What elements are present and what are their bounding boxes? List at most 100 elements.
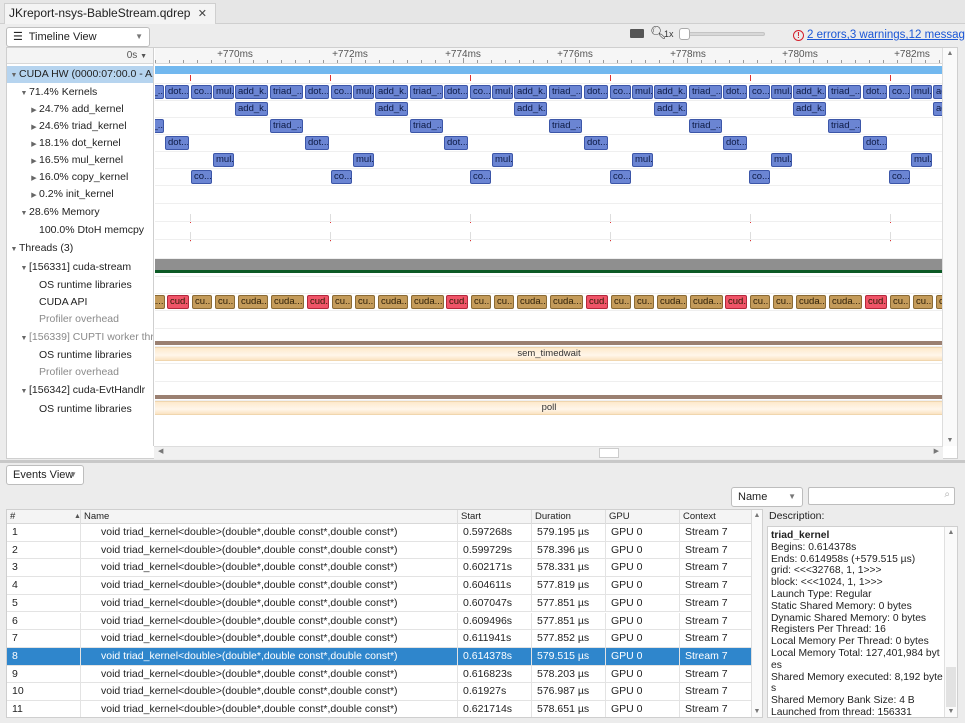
timeline-tree-row[interactable]: ▶ 16.0% copy_kernel	[7, 169, 153, 186]
kernel-block-copy[interactable]: co...	[889, 170, 910, 184]
timeline-vertical-scrollbar[interactable]: ▲ ▼	[942, 48, 957, 446]
events-table-row[interactable]: 6 void triad_kernel<double>(double*,doubl…	[7, 612, 752, 631]
column-header-context[interactable]: Context	[680, 510, 752, 524]
timeline-tree-row[interactable]: ▼ Threads (3)	[7, 240, 153, 257]
panel-splitter[interactable]	[0, 460, 965, 463]
cuda-api-call[interactable]: cuda...	[238, 295, 268, 309]
cuda-api-call[interactable]: cuda...	[550, 295, 583, 309]
diagnostics-link[interactable]: ! 2 errors,3 warnings,12 messages	[793, 29, 965, 41]
timeline-tree-row[interactable]: OS runtime libraries	[7, 401, 153, 418]
description-scroll-thumb[interactable]	[946, 667, 956, 707]
kernel-block-triad[interactable]: triad_...	[828, 119, 861, 133]
cuda-api-call[interactable]: cuda...	[155, 295, 165, 309]
kernel-block[interactable]: dot...	[584, 85, 608, 99]
cuda-api-call[interactable]: cuda...	[829, 295, 862, 309]
kernel-block-dot[interactable]: dot...	[584, 136, 608, 150]
os-runtime-poll[interactable]: poll	[155, 401, 943, 415]
kernel-block[interactable]: co...	[889, 85, 910, 99]
timeline-tree-row[interactable]: OS runtime libraries	[7, 347, 153, 364]
cuda-api-call[interactable]: cuda...	[657, 295, 687, 309]
kernel-block-dot[interactable]: dot...	[444, 136, 468, 150]
cuda-api-call[interactable]: cu...	[773, 295, 793, 309]
cuda-api-call-sync[interactable]: cud...	[725, 295, 747, 309]
kernel-block-mul[interactable]: mul...	[911, 153, 932, 167]
cuda-api-call-sync[interactable]: cud...	[446, 295, 468, 309]
time-ruler[interactable]: +770ms +772ms +774ms +776ms +778ms +780ms +782…	[155, 48, 943, 64]
kernel-block[interactable]: co...	[749, 85, 770, 99]
os-runtime-sem-timedwait[interactable]: sem_timedwait	[155, 347, 943, 361]
kernel-block[interactable]: triad_...	[410, 85, 443, 99]
kernel-block[interactable]: dot...	[444, 85, 468, 99]
zoom-slider-handle[interactable]	[679, 28, 690, 40]
kernel-block[interactable]: triad_...	[270, 85, 303, 99]
kernel-block-dot[interactable]: dot...	[863, 136, 887, 150]
timeline-tree-row[interactable]: ▶ 24.6% triad_kernel	[7, 118, 153, 135]
expand-arrow-icon[interactable]: ▼	[9, 67, 19, 83]
cuda-api-call[interactable]: cuda...	[796, 295, 826, 309]
memcpy-marker[interactable]	[890, 75, 891, 81]
timeline-tree-row[interactable]: ▶ 16.5% mul_kernel	[7, 152, 153, 169]
kernel-block[interactable]: co...	[610, 85, 631, 99]
collapse-arrow-icon[interactable]: ▶	[29, 153, 39, 169]
thread-state-bar[interactable]	[155, 395, 943, 399]
timeline-tree-row[interactable]: ▶ 18.1% dot_kernel	[7, 135, 153, 152]
collapse-arrow-icon[interactable]: ▶	[29, 119, 39, 135]
scroll-down-icon[interactable]: ▼	[943, 437, 957, 444]
kernel-block-dot[interactable]: dot...	[723, 136, 747, 150]
events-view-selector[interactable]: Events View ▼	[6, 465, 84, 485]
scroll-up-icon[interactable]: ▲	[943, 50, 957, 57]
collapse-arrow-icon[interactable]: ▶	[29, 102, 39, 118]
cuda-api-call[interactable]: cu...	[332, 295, 352, 309]
expand-arrow-icon[interactable]: ▼	[19, 260, 29, 276]
kernel-block-triad[interactable]: triad_...	[410, 119, 443, 133]
events-table-row[interactable]: 8 void triad_kernel<double>(double*,doubl…	[7, 647, 752, 666]
kernel-block-add[interactable]: add_k...	[235, 102, 268, 116]
events-table-row[interactable]: 4 void triad_kernel<double>(double*,doubl…	[7, 577, 752, 595]
cuda-api-call[interactable]: cuda...	[271, 295, 304, 309]
column-header-name[interactable]: Name	[81, 510, 458, 524]
kernel-block-copy[interactable]: co...	[331, 170, 352, 184]
kernel-block[interactable]: mul...	[492, 85, 513, 99]
kernel-block[interactable]: mul...	[911, 85, 932, 99]
kernel-block-dot[interactable]: dot...	[305, 136, 329, 150]
kernel-block-copy[interactable]: co...	[470, 170, 491, 184]
close-tab-icon[interactable]: ✕	[198, 8, 207, 20]
kernel-block-mul[interactable]: mul...	[492, 153, 513, 167]
timeline-tree-row[interactable]: ▼ [156331] cuda-stream	[7, 259, 153, 276]
kernel-block-dot[interactable]: dot...	[165, 136, 189, 150]
kernel-block-add[interactable]: add_k...	[654, 102, 687, 116]
expand-arrow-icon[interactable]: ▼	[19, 85, 29, 101]
expand-arrow-icon[interactable]: ▼	[19, 383, 29, 399]
document-tab[interactable]: JKreport-nsys-BableStream.qdrep ✕	[4, 3, 216, 24]
cuda-hw-activity-bar[interactable]	[155, 66, 943, 74]
kernel-block[interactable]: add_k...	[654, 85, 687, 99]
kernel-block[interactable]: mul...	[213, 85, 234, 99]
kernel-block[interactable]: co...	[470, 85, 491, 99]
events-table-row[interactable]: 7 void triad_kernel<double>(double*,doubl…	[7, 630, 752, 648]
events-table-row[interactable]: 5 void triad_kernel<double>(double*,doubl…	[7, 594, 752, 613]
cuda-api-call[interactable]: cu...	[471, 295, 491, 309]
column-header-number[interactable]: # ▲	[7, 510, 81, 524]
cuda-api-call[interactable]: cu...	[355, 295, 375, 309]
kernel-block-triad[interactable]: triad_...	[549, 119, 582, 133]
kernel-block-triad[interactable]: triad_...	[155, 119, 164, 133]
kernel-block[interactable]: add_k...	[235, 85, 268, 99]
scroll-right-icon[interactable]: ▶	[934, 447, 939, 455]
kernel-block-mul[interactable]: mul...	[353, 153, 374, 167]
timeline-tree-row[interactable]: ▼[156339] CUPTI worker thread	[7, 329, 153, 346]
kernel-block-mul[interactable]: mul...	[632, 153, 653, 167]
kernel-block-mul[interactable]: mul...	[771, 153, 792, 167]
cuda-api-call[interactable]: cu...	[890, 295, 910, 309]
kernel-block[interactable]: dot...	[165, 85, 189, 99]
cuda-api-call[interactable]: cu...	[634, 295, 654, 309]
cuda-api-call[interactable]: cuda...	[411, 295, 444, 309]
events-table-row[interactable]: 10 void triad_kernel<double>(double*,doub…	[7, 683, 752, 701]
collapse-arrow-icon[interactable]: ▶	[29, 187, 39, 203]
kernel-block[interactable]: co...	[191, 85, 212, 99]
cuda-api-call[interactable]: cuda...	[378, 295, 408, 309]
thread-state-bar[interactable]	[155, 341, 943, 345]
cuda-api-call[interactable]: cu...	[192, 295, 212, 309]
filter-field-dropdown[interactable]: Name ▼	[731, 487, 803, 507]
collapse-arrow-icon[interactable]: ▶	[29, 136, 39, 152]
timeline-tree-row[interactable]: OS runtime libraries	[7, 277, 153, 294]
